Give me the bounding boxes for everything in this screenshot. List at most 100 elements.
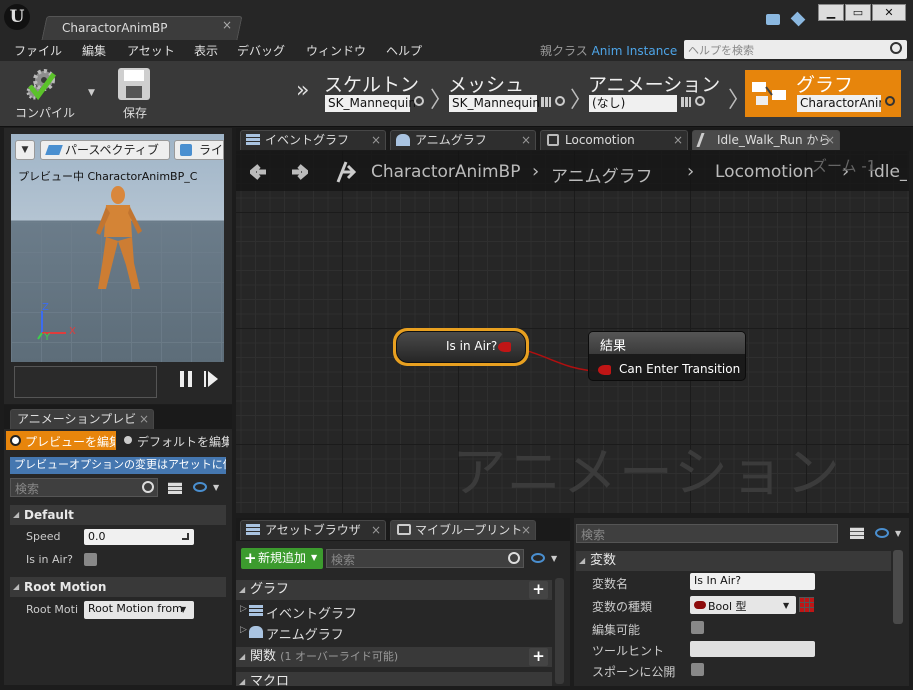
tab-close-icon[interactable]: ×: [673, 131, 683, 150]
compile-dropdown-icon[interactable]: ▼: [88, 88, 95, 98]
maximize-button[interactable]: ▭: [845, 4, 871, 21]
graph-item-event[interactable]: イベントグラフ: [266, 603, 357, 622]
preview-search-input[interactable]: 検索: [10, 478, 158, 497]
details-list-view-icon[interactable]: [845, 523, 869, 543]
tooltip-input[interactable]: [690, 641, 815, 657]
graph-breadcrumb-2[interactable]: アニムグラフ: [551, 162, 653, 187]
mode-mesh-title[interactable]: メッシュ: [448, 70, 524, 97]
back-arrow-icon[interactable]: [248, 163, 268, 181]
section-root-motion[interactable]: Root Motion: [10, 577, 226, 597]
menu-view[interactable]: 表示: [194, 42, 218, 59]
mode-graph-title[interactable]: グラフ: [796, 70, 853, 97]
speed-input[interactable]: 0.0: [84, 529, 194, 545]
menu-help[interactable]: ヘルプ: [386, 42, 422, 59]
mode-animation-title[interactable]: アニメーション: [588, 70, 720, 97]
menu-file[interactable]: ファイル: [14, 42, 62, 59]
var-name-input[interactable]: Is In Air?: [690, 573, 815, 590]
step-forward-icon[interactable]: [204, 371, 218, 387]
skeleton-search-icon[interactable]: [414, 96, 424, 106]
graph-breadcrumb-3[interactable]: Locomotion: [715, 162, 814, 182]
search-icon[interactable]: [508, 552, 520, 564]
timeline-scrubber[interactable]: [14, 366, 157, 398]
forward-arrow-icon[interactable]: [290, 163, 310, 181]
blueprint-scrollbar[interactable]: [555, 578, 564, 684]
tab-transition[interactable]: Idle_Walk_Run から ×: [692, 130, 840, 150]
visibility-dropdown-icon[interactable]: ▼: [213, 483, 219, 492]
tab-locomotion[interactable]: Locomotion ×: [540, 130, 688, 150]
section-default[interactable]: Default: [10, 505, 226, 525]
section-graph[interactable]: グラフ: [236, 580, 552, 600]
mesh-search-icon[interactable]: [555, 96, 565, 106]
editable-checkbox[interactable]: [691, 621, 704, 634]
tab-my-blueprint[interactable]: マイブループリント ×: [390, 520, 536, 540]
tab-event-graph[interactable]: イベントグラフ ×: [240, 130, 386, 150]
expand-arrow-icon[interactable]: ▷: [240, 604, 247, 614]
graph-item-anim[interactable]: アニムグラフ: [266, 624, 344, 643]
chat-icon[interactable]: [766, 14, 780, 25]
blueprint-search-input[interactable]: 検索: [326, 549, 524, 568]
tab-close-icon[interactable]: ×: [139, 410, 149, 429]
radio-edit-preview-label[interactable]: プレビューを編集: [25, 433, 115, 450]
eye-visibility-icon[interactable]: [875, 528, 889, 538]
var-type-dropdown-icon[interactable]: ▼: [783, 601, 789, 610]
graph-search-icon[interactable]: [885, 96, 895, 106]
section-macros[interactable]: マクロ: [236, 672, 552, 686]
parent-class-link[interactable]: Anim Instance: [592, 44, 678, 58]
visibility-dropdown-icon[interactable]: ▼: [551, 554, 557, 563]
tab-anim-graph[interactable]: アニムグラフ ×: [390, 130, 536, 150]
section-functions[interactable]: 関数 (1 オーバーライド可能): [236, 647, 552, 667]
tab-asset-browser[interactable]: アセットブラウザ ×: [240, 520, 386, 540]
tab-close-icon[interactable]: ×: [371, 131, 381, 150]
details-scrollbar[interactable]: [893, 550, 903, 624]
minimize-button[interactable]: ▁: [818, 4, 844, 21]
expose-on-spawn-checkbox[interactable]: [691, 663, 704, 676]
container-type-grid-icon[interactable]: [799, 597, 814, 612]
compile-gear-icon[interactable]: [24, 66, 60, 102]
menu-asset[interactable]: アセット: [127, 42, 175, 59]
tab-close-icon[interactable]: ×: [371, 521, 381, 540]
mesh-grid-icon[interactable]: [541, 97, 551, 107]
eye-visibility-icon[interactable]: [531, 553, 545, 563]
search-icon[interactable]: [142, 481, 154, 493]
tab-anim-preview[interactable]: アニメーションプレビ ×: [10, 409, 154, 429]
bool-output-pin-icon[interactable]: [498, 342, 511, 352]
root-motion-select[interactable]: Root Motion from: [84, 601, 194, 619]
radio-default-icon[interactable]: [124, 436, 132, 444]
mode-graph-value[interactable]: CharactorAnim: [797, 95, 881, 112]
mode-skeleton-title[interactable]: スケルトン: [324, 70, 419, 97]
pause-icon[interactable]: [180, 371, 192, 387]
root-motion-dropdown-icon[interactable]: ▼: [180, 605, 186, 614]
mode-mesh-value[interactable]: SK_Mannequin: [449, 95, 540, 112]
search-icon[interactable]: [890, 42, 902, 54]
menu-debug[interactable]: デバッグ: [237, 42, 285, 59]
add-graph-plus-icon[interactable]: +: [529, 581, 548, 599]
animation-search-icon[interactable]: [695, 96, 705, 106]
save-icon[interactable]: [118, 68, 150, 100]
add-function-plus-icon[interactable]: +: [529, 648, 548, 666]
tab-close-icon[interactable]: ×: [521, 131, 531, 150]
graph-breadcrumb-1[interactable]: CharactorAnimBP: [371, 162, 520, 182]
menu-window[interactable]: ウィンドウ: [306, 42, 366, 59]
details-search-input[interactable]: 検索: [576, 524, 838, 543]
visibility-dropdown-icon[interactable]: ▼: [895, 529, 901, 538]
radio-edit-preview-icon[interactable]: [10, 435, 21, 446]
mannequin-figure[interactable]: [88, 185, 152, 295]
menu-edit[interactable]: 編集: [82, 42, 106, 59]
add-new-dropdown-icon[interactable]: ▼: [311, 553, 317, 562]
expand-arrow-icon[interactable]: ▷: [240, 625, 247, 635]
bool-input-pin-icon[interactable]: [598, 365, 611, 375]
is-in-air-checkbox[interactable]: [84, 553, 97, 566]
mode-skeleton-value[interactable]: SK_Mannequin: [325, 95, 416, 112]
close-window-button[interactable]: ✕: [872, 4, 906, 21]
radio-edit-default-label[interactable]: デフォルトを編集: [137, 433, 229, 450]
compile-button[interactable]: コンパイル: [10, 104, 80, 121]
section-variables[interactable]: 変数: [576, 551, 891, 571]
help-search-input[interactable]: ヘルプを検索: [684, 40, 907, 59]
mode-animation-value[interactable]: (なし): [589, 95, 677, 112]
animation-grid-icon[interactable]: [681, 97, 691, 107]
save-button[interactable]: 保存: [110, 104, 160, 121]
tab-close-icon[interactable]: ×: [521, 521, 531, 540]
viewport-options-dropdown[interactable]: ▼: [15, 140, 35, 160]
eye-visibility-icon[interactable]: [193, 482, 207, 492]
document-tab-close-icon[interactable]: ×: [222, 18, 232, 32]
